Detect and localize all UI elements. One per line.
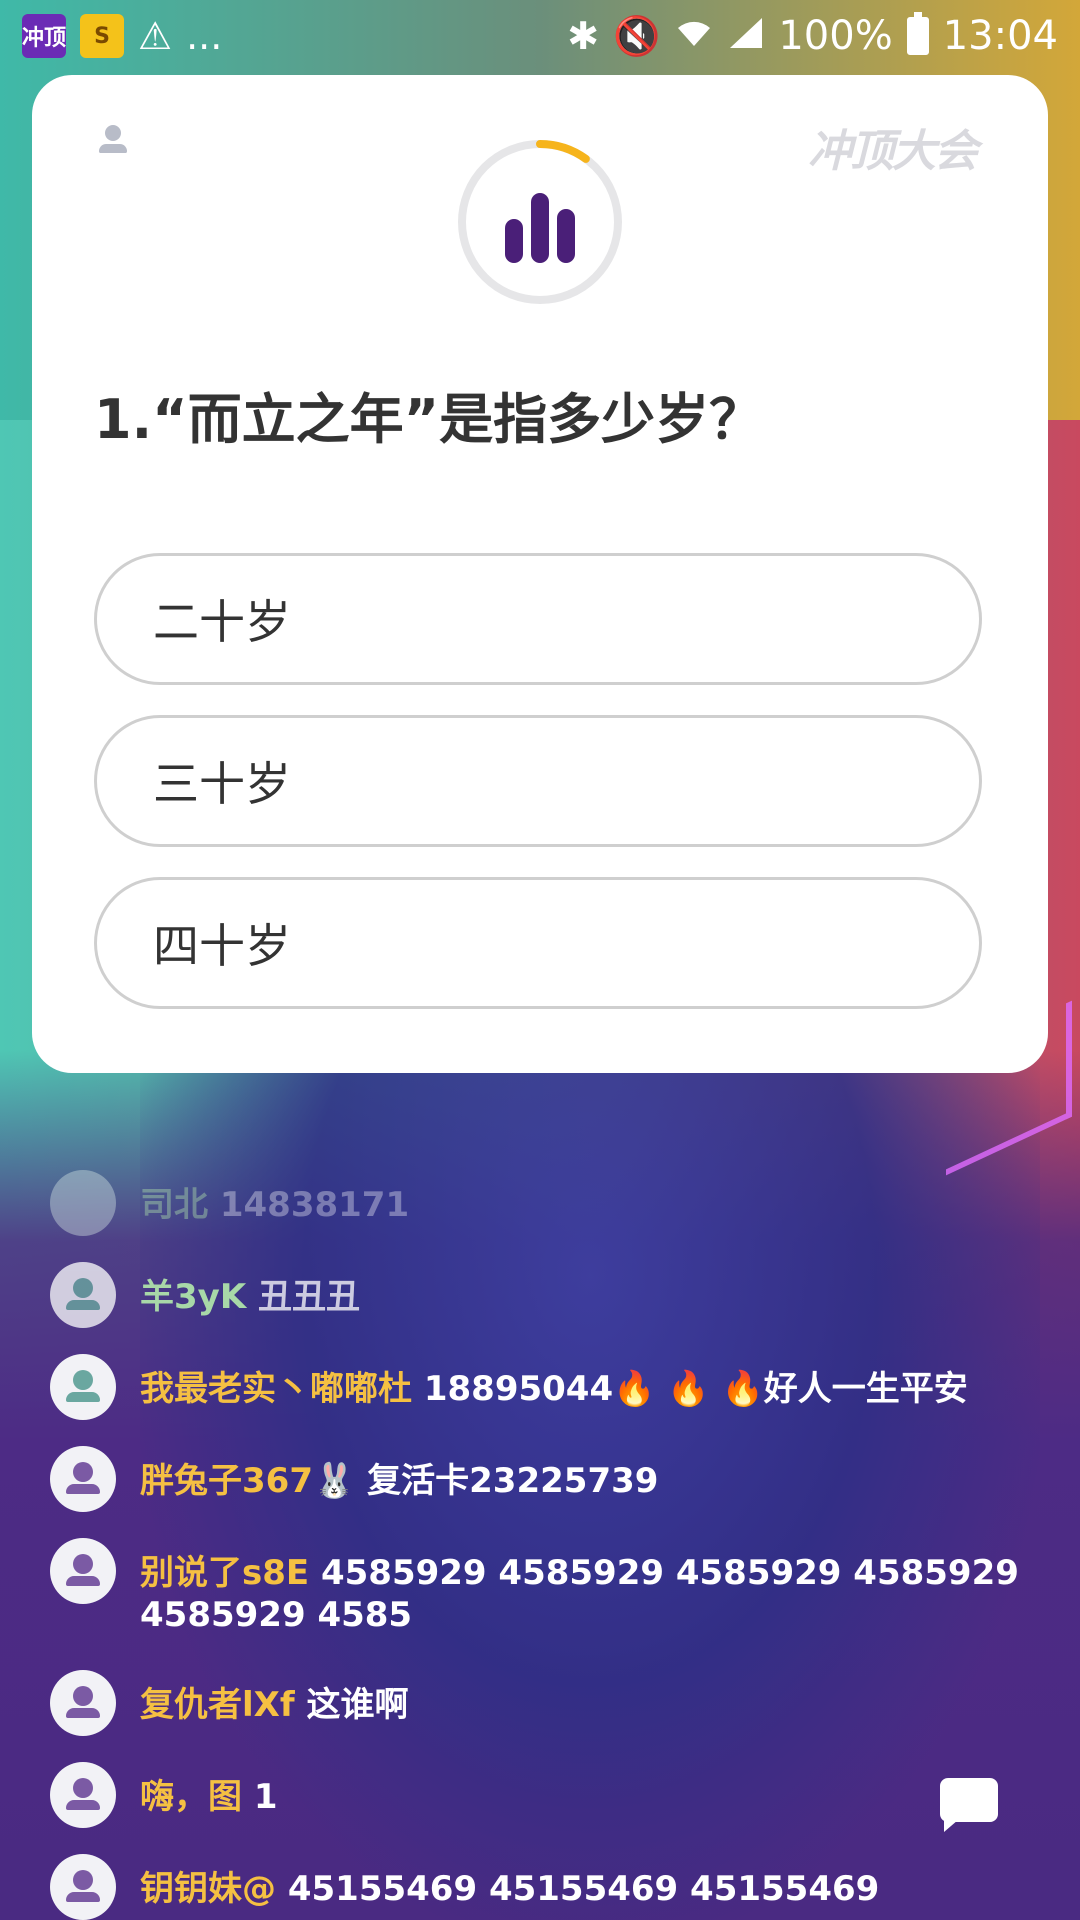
comment-message: 14838171 — [219, 1185, 410, 1225]
clock: 13:04 — [942, 13, 1058, 59]
timer-bar-left — [505, 219, 523, 263]
comment-username: 胖兔子367 — [140, 1461, 313, 1501]
more-notifications-indicator: ... — [186, 14, 223, 58]
comment-item: 我最老实丶嘟嘟杜 18895044🔥 🔥 🔥好人一生平安 — [50, 1354, 1050, 1420]
avatar — [50, 1762, 116, 1828]
avatar — [50, 1538, 116, 1604]
answer-option-2[interactable]: 三十岁 — [94, 715, 982, 847]
comment-message: 丑丑丑 — [258, 1277, 361, 1317]
comment-username: 别说了s8E — [140, 1553, 310, 1593]
comment-item: 司北 14838171 — [50, 1170, 1050, 1236]
status-bar: 冲顶 S ⚠ ... ✱ 🔇 100% 13:04 — [0, 0, 1080, 72]
comment-username: 羊3yK — [140, 1277, 247, 1317]
comment-item: 钥钥妹@ 45155469 45155469 45155469 — [50, 1854, 1050, 1920]
mute-icon: 🔇 — [613, 14, 661, 58]
avatar — [50, 1170, 116, 1236]
warning-icon: ⚠ — [138, 14, 173, 58]
avatar — [50, 1854, 116, 1920]
timer-progress-arc — [536, 140, 590, 163]
avatar — [50, 1670, 116, 1736]
quiz-card: 冲顶大会 1.“而立之年”是指多少岁？ 二十岁 三十岁 四十岁 — [32, 75, 1048, 1073]
answer-option-1[interactable]: 二十岁 — [94, 553, 982, 685]
timer-bar-middle — [531, 193, 549, 263]
battery-icon — [906, 12, 929, 55]
chat-button[interactable] — [940, 1778, 1002, 1832]
avatar — [50, 1446, 116, 1512]
viewer-count-icon — [98, 125, 128, 155]
quiz-app-notification-icon: 冲顶 — [22, 14, 66, 58]
comment-message: 1 — [253, 1777, 278, 1817]
battery-percent: 100% — [778, 13, 893, 59]
comment-message: 18895044🔥 🔥 🔥好人一生平安 — [423, 1369, 968, 1409]
comment-item: 羊3yK 丑丑丑 — [50, 1262, 1050, 1328]
signal-icon — [728, 16, 764, 56]
comment-username: 复仇者lXf — [140, 1685, 295, 1725]
comment-username: 我最老实丶嘟嘟杜 — [140, 1369, 412, 1409]
question-text: 1.“而立之年”是指多少岁？ — [94, 388, 764, 451]
avatar — [50, 1354, 116, 1420]
countdown-timer — [455, 137, 625, 307]
wifi-icon — [674, 16, 714, 56]
answer-option-3[interactable]: 四十岁 — [94, 877, 982, 1009]
comment-item: 别说了s8E 4585929 4585929 4585929 4585929 4… — [50, 1538, 1050, 1636]
chat-bubble-icon — [940, 1778, 998, 1832]
comment-message: 45155469 45155469 45155469 — [287, 1869, 880, 1909]
comment-username: 钥钥妹@ — [140, 1869, 276, 1909]
timer-bar-right — [557, 209, 575, 263]
comment-item: 胖兔子367🐰 复活卡23225739 — [50, 1446, 1050, 1512]
comment-username: 司北 — [140, 1185, 208, 1225]
comment-item: 复仇者lXf 这谁啊 — [50, 1670, 1050, 1736]
bluetooth-icon: ✱ — [567, 14, 600, 58]
avatar — [50, 1262, 116, 1328]
comment-message: 这谁啊 — [306, 1685, 409, 1725]
comment-item: 嗨，图 1 — [50, 1762, 1050, 1828]
comment-username: 嗨，图 — [140, 1777, 242, 1817]
comment-message: 🐰 复活卡23225739 — [312, 1461, 659, 1501]
brand-logo: 冲顶大会 — [808, 126, 978, 177]
s-app-notification-icon: S — [80, 14, 124, 58]
live-quiz-screen: 冲顶 S ⚠ ... ✱ 🔇 100% 13:04 冲顶大会 1.“而立之年”是… — [0, 0, 1080, 1920]
